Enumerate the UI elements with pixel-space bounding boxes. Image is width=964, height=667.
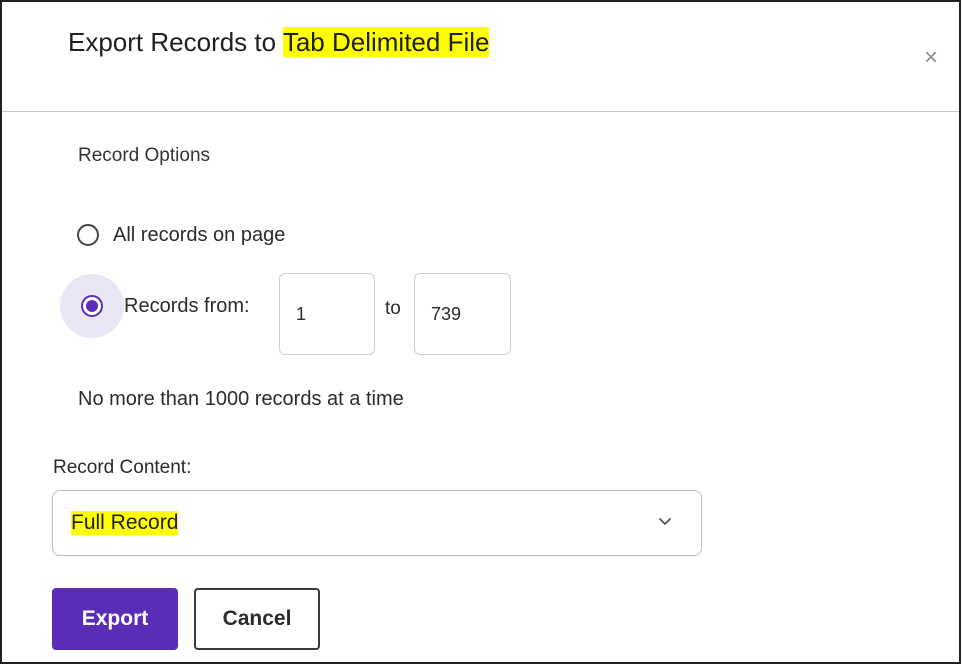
dialog-title-prefix: Export Records to — [68, 27, 283, 57]
all-records-option[interactable]: All records on page — [75, 222, 285, 248]
records-to-input[interactable]: 739 — [414, 273, 511, 355]
dialog-title: Export Records to Tab Delimited File — [68, 26, 490, 58]
record-options-label: Record Options — [78, 145, 211, 166]
records-from-radio-focus — [60, 274, 124, 338]
record-content-selected-value: Full Record — [71, 511, 179, 535]
close-icon[interactable]: × — [919, 46, 943, 70]
chevron-down-icon — [659, 518, 671, 525]
record-content-select[interactable]: Full Record — [52, 490, 702, 556]
all-records-label: All records on page — [113, 223, 286, 246]
records-from-label: Records from: — [124, 294, 250, 317]
records-to-label: to — [385, 298, 401, 319]
all-records-radio-wrap — [75, 222, 101, 248]
cancel-button[interactable]: Cancel — [194, 588, 320, 650]
records-from-radio[interactable] — [81, 295, 103, 317]
records-from-input[interactable]: 1 — [279, 273, 375, 355]
record-content-label: Record Content: — [53, 457, 192, 478]
dialog-title-highlight: Tab Delimited File — [282, 27, 490, 57]
all-records-radio[interactable] — [77, 224, 99, 246]
records-from-option[interactable]: Records from: — [60, 274, 250, 338]
export-dialog: Export Records to Tab Delimited File × R… — [0, 0, 961, 664]
export-button[interactable]: Export — [52, 588, 178, 650]
radio-selected-dot — [86, 300, 98, 312]
dialog-header: Export Records to Tab Delimited File × — [2, 2, 959, 112]
record-limit-note: No more than 1000 records at a time — [78, 388, 404, 410]
